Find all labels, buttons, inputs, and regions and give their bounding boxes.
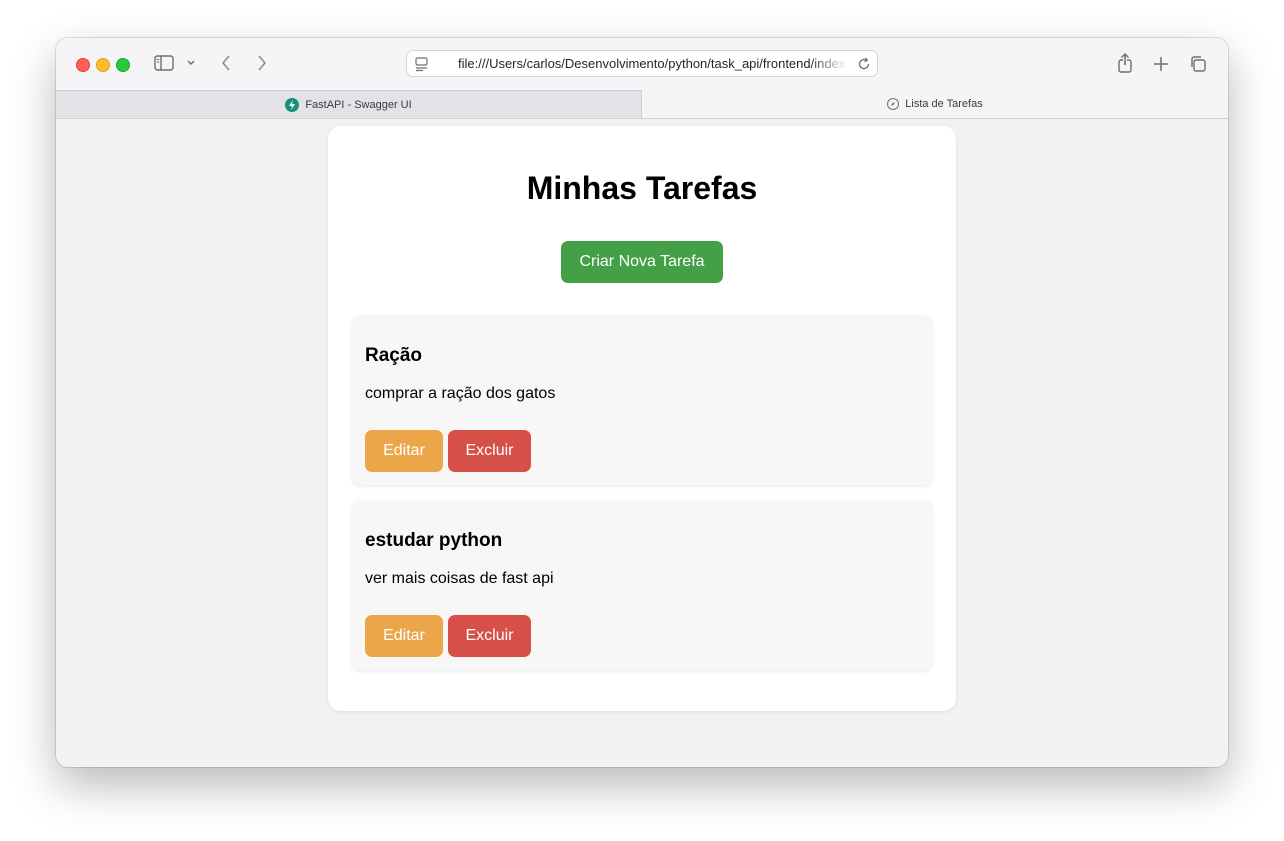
task-description: ver mais coisas de fast api [365,570,554,587]
tab-fastapi-swagger[interactable]: FastAPI - Swagger UI [56,90,642,118]
tab-label: Lista de Tarefas [905,98,983,110]
tab-bar: FastAPI - Swagger UI Lista de Tarefas [56,90,1228,119]
minimize-window-button[interactable] [96,58,110,72]
tab-label: FastAPI - Swagger UI [305,98,412,111]
forward-arrow-icon[interactable] [252,52,272,74]
browser-window: file:///Users/carlos/Desenvolvimento/pyt… [56,38,1228,767]
create-task-button[interactable]: Criar Nova Tarefa [561,241,723,283]
tab-overview-icon[interactable] [1187,53,1209,75]
delete-task-button[interactable]: Excluir [448,615,531,657]
zoom-window-button[interactable] [116,58,130,72]
task-title: Ração [365,345,423,366]
chevron-down-icon[interactable] [184,56,198,70]
tasks-container: Minhas Tarefas Criar Nova Tarefa Ração c… [328,126,956,711]
edit-task-button[interactable]: Editar [365,615,443,657]
url-text: file:///Users/carlos/Desenvolvimento/pyt… [458,56,848,71]
task-title: estudar python [365,530,503,551]
page-icon [414,56,430,72]
tab-lista-de-tarefas[interactable]: Lista de Tarefas [642,90,1228,118]
task-card: estudar python ver mais coisas de fast a… [352,501,932,670]
page-content: Minhas Tarefas Criar Nova Tarefa Ração c… [56,119,1228,767]
compass-icon [887,98,900,110]
task-description: comprar a ração dos gatos [365,385,556,402]
reload-icon[interactable] [856,56,872,72]
task-card: Ração comprar a ração dos gatos Editar E… [352,316,932,485]
page-title: Minhas Tarefas [526,170,758,206]
back-arrow-icon[interactable] [216,52,236,74]
close-window-button[interactable] [76,58,90,72]
edit-task-button[interactable]: Editar [365,430,443,472]
browser-toolbar: file:///Users/carlos/Desenvolvimento/pyt… [56,38,1228,90]
fastapi-icon [285,97,300,112]
share-icon[interactable] [1114,52,1136,74]
plus-icon[interactable] [1150,53,1172,75]
delete-task-button[interactable]: Excluir [448,430,531,472]
sidebar-toggle-icon[interactable] [153,54,175,72]
address-bar[interactable]: file:///Users/carlos/Desenvolvimento/pyt… [406,50,878,77]
